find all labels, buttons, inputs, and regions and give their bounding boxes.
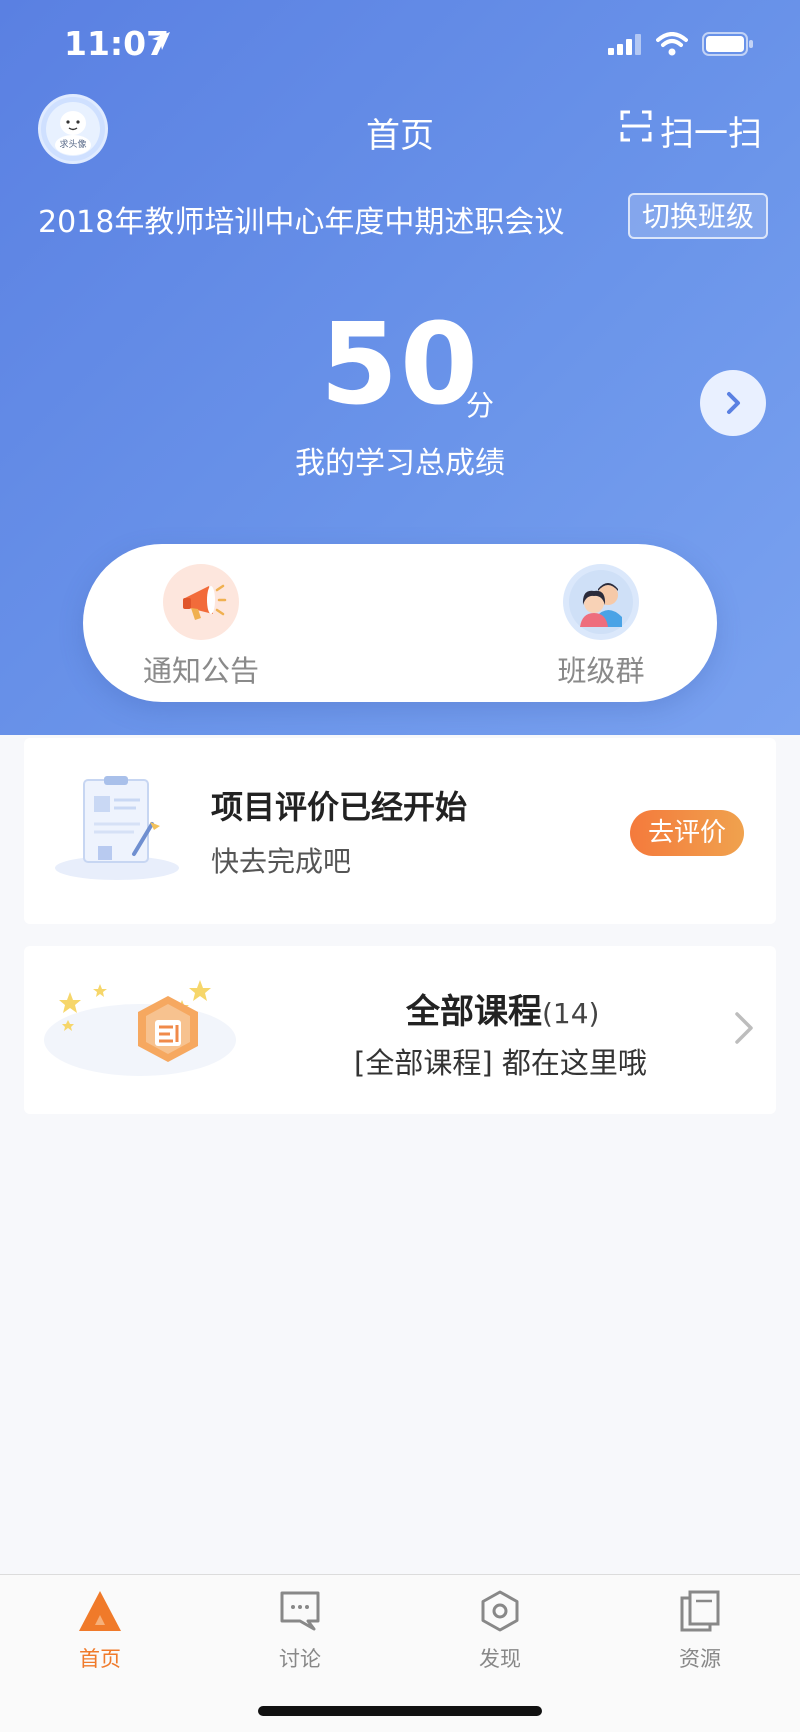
quick-actions: 通知公告 班级群 [83,544,717,702]
tab-resources-label: 资源 [679,1647,721,1671]
notice-label: 通知公告 [142,654,259,688]
status-bar: 11:07 [0,0,800,90]
hexagon-icon [481,1590,519,1632]
all-courses-card[interactable]: 全部课程(14) [全部课程] 都在这里哦 [24,946,776,1114]
scan-icon [620,110,652,151]
megaphone-icon [163,564,239,640]
status-icons [608,32,754,60]
tab-discover-label: 发现 [479,1647,521,1671]
courses-count: (14) [542,997,600,1030]
score-unit: 分 [466,389,495,422]
courses-title-text: 全部课程 [406,992,542,1032]
evaluation-card[interactable]: 项目评价已经开始 快去完成吧 去评价 [24,738,776,924]
wifi-icon [656,32,688,60]
tab-home-label: 首页 [79,1647,121,1671]
score-display[interactable]: 50 分 我的学习总成绩 [0,300,800,481]
evaluation-title: 项目评价已经开始 [211,788,468,826]
chat-icon [280,1591,320,1631]
home-triangle-icon [79,1591,121,1631]
courses-subtitle: [全部课程] 都在这里哦 [354,1046,647,1080]
home-indicator[interactable] [258,1706,542,1716]
tab-resources[interactable]: 资源 [600,1589,800,1673]
group-icon [563,564,639,640]
evaluation-subtitle: 快去完成吧 [211,845,352,878]
top-navigation: 求头像 首页 扫一扫 [0,92,800,166]
class-group-button[interactable]: 班级群 [501,564,701,690]
notice-button[interactable]: 通知公告 [101,564,301,690]
documents-icon [680,1590,720,1632]
courses-title: 全部课程(14) [406,984,599,1033]
battery-icon [702,32,754,60]
tab-discuss-label: 讨论 [279,1647,321,1671]
class-group-label: 班级群 [557,654,645,688]
go-evaluate-button[interactable]: 去评价 [629,810,744,856]
score-detail-button[interactable] [700,370,766,436]
location-arrow-icon [150,30,172,56]
scan-label: 扫一扫 [660,114,762,154]
class-row: 2018年教师培训中心年度中期述职会议 切换班级 [38,193,768,240]
score-label: 我的学习总成绩 [295,446,505,481]
scan-button[interactable]: 扫一扫 [620,106,762,155]
hero-header: 11:07 求头像 首页 扫一扫 2018年教师培训中心年度中期述职会议 切换班… [0,0,800,735]
chevron-right-icon [732,1010,756,1050]
chevron-right-icon [727,392,740,414]
class-name: 2018年教师培训中心年度中期述职会议 [38,205,565,240]
tab-discuss[interactable]: 讨论 [200,1589,400,1673]
clipboard-illustration-icon [54,774,180,884]
score-value: 50 [320,300,480,430]
signal-icon [608,33,642,59]
courses-illustration-icon [40,970,240,1094]
tab-discover[interactable]: 发现 [400,1589,600,1673]
switch-class-button[interactable]: 切换班级 [627,193,768,239]
tab-home[interactable]: 首页 [0,1589,200,1673]
